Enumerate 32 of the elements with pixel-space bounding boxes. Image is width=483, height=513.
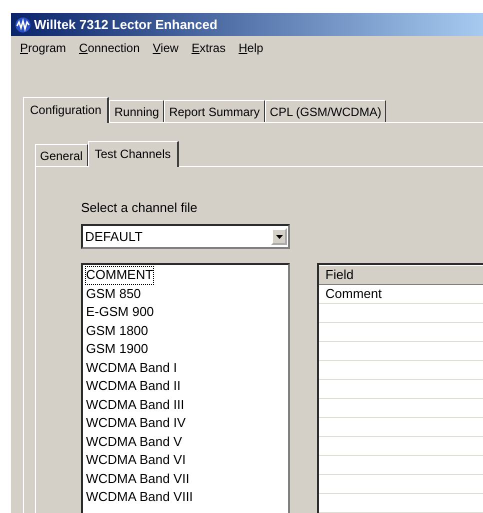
- column-header[interactable]: Field: [319, 265, 483, 285]
- tab[interactable]: Test Channels: [88, 141, 179, 167]
- channel-file-dropdown[interactable]: DEFAULT: [81, 224, 290, 249]
- list-item[interactable]: WCDMA Band II: [85, 377, 182, 396]
- list-item[interactable]: E-GSM 900: [85, 303, 155, 322]
- table-cell: Comment: [325, 286, 382, 301]
- tab[interactable]: Report Summary: [164, 100, 265, 122]
- field-label: Select a channel file: [81, 200, 198, 215]
- menu-item[interactable]: Program: [20, 41, 66, 61]
- menu-item[interactable]: View: [152, 41, 179, 61]
- tab[interactable]: CPL (GSM/WCDMA): [264, 100, 386, 122]
- list-item[interactable]: GSM 850: [85, 284, 142, 303]
- list-item[interactable]: WCDMA Band III: [85, 396, 186, 414]
- list-item[interactable]: GSM 1900: [85, 340, 150, 358]
- app-logo-icon: [15, 16, 31, 32]
- window-title: Willtek 7312 Lector Enhanced: [34, 17, 218, 32]
- tab[interactable]: Running: [109, 100, 164, 122]
- list-item[interactable]: WCDMA Band V: [85, 432, 184, 451]
- list-item[interactable]: COMMENT: [85, 266, 154, 284]
- list-item[interactable]: WCDMA Band VIII: [85, 488, 194, 506]
- dropdown-button[interactable]: [271, 228, 288, 245]
- list-item[interactable]: WCDMA Band VI: [85, 451, 187, 470]
- list-item[interactable]: WCDMA Band VII: [85, 470, 190, 488]
- menu-item[interactable]: Help: [238, 41, 264, 61]
- tab[interactable]: Configuration: [23, 97, 110, 123]
- menu-item[interactable]: Extras: [192, 41, 226, 61]
- caret-icon: [276, 234, 283, 238]
- menu-item[interactable]: Connection: [79, 41, 140, 61]
- list-item[interactable]: WCDMA Band IV: [85, 414, 187, 432]
- tab[interactable]: General: [35, 144, 88, 166]
- list-item[interactable]: GSM 1800: [85, 322, 150, 340]
- list-item[interactable]: WCDMA Band I: [85, 358, 178, 377]
